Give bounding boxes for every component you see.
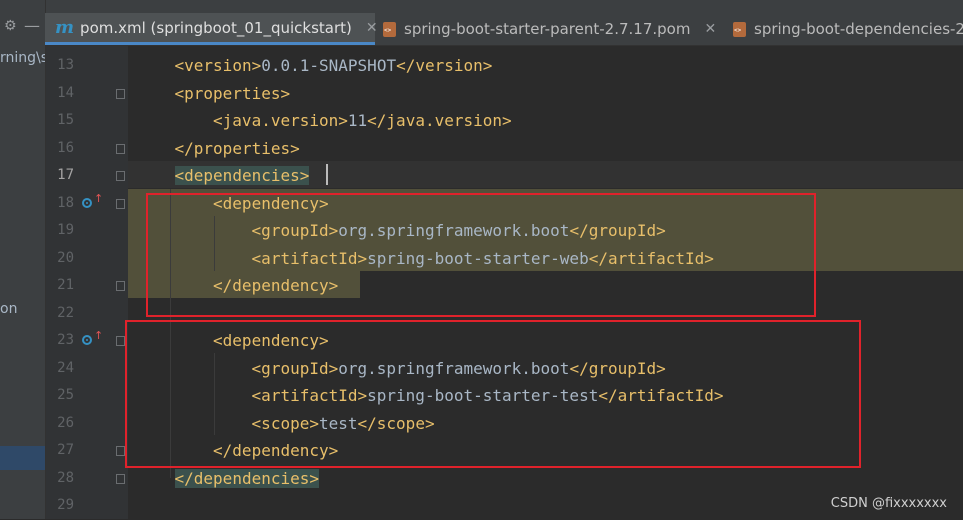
line-number: 27 [57,442,74,458]
project-tree-text[interactable]: rning\s [0,50,45,66]
code-line[interactable]: </properties> [175,135,300,163]
tab-label: pom.xml (springboot_01_quickstart) [80,18,352,37]
settings-icon[interactable]: ⚙ [4,18,17,34]
code-line[interactable]: <version>0.0.1-SNAPSHOT</version> [175,52,493,80]
code-line[interactable]: </dependencies> [174,465,320,493]
line-number: 17 [57,167,74,183]
line-number: 23 [57,332,74,348]
watermark: CSDN @fixxxxxxx [830,496,947,511]
tab-starter-parent-pom[interactable]: spring-boot-starter-parent-2.7.17.pom ✕ [375,13,721,45]
tab-label: spring-boot-starter-parent-2.7.17.pom [404,20,691,38]
highlight-box-web-dependency [146,193,816,317]
xml-tag: </properties> [174,138,300,158]
highlight-box-test-dependency [125,320,861,468]
project-panel[interactable]: ⚙ — rning\s on [0,0,46,519]
maven-file-icon: m [55,17,75,38]
fold-marker-icon[interactable] [116,336,125,346]
line-number: 28 [57,469,74,486]
fold-marker-icon[interactable] [116,446,125,456]
editor-tab-bar: m pom.xml (springboot_01_quickstart) ✕ s… [45,13,963,46]
line-number: 13 [57,57,74,73]
maven-overrides-icon[interactable] [82,335,92,345]
fold-marker-icon[interactable] [116,171,125,181]
minimize-icon[interactable]: — [24,16,40,35]
maven-overrides-icon[interactable] [82,197,92,208]
xml-tag: </java.version> [367,111,512,130]
text-caret [326,164,328,185]
line-number: 21 [57,277,74,293]
tab-label: spring-boot-dependencies-2 [754,20,963,38]
title-strip [0,0,963,13]
line-number: 15 [57,112,74,128]
tab-pom-xml[interactable]: m pom.xml (springboot_01_quickstart) ✕ [45,13,378,45]
navigate-up-icon[interactable]: ↑ [94,192,103,205]
tab-dependencies-pom[interactable]: spring-boot-dependencies-2 [725,13,963,45]
close-icon[interactable]: ✕ [704,21,716,37]
line-number: 16 [57,139,74,156]
project-tree-text[interactable]: on [0,301,17,317]
line-number: 22 [57,304,74,321]
fold-marker-icon[interactable] [116,88,125,99]
line-number: 20 [57,249,74,266]
selected-tree-item[interactable] [0,446,45,470]
xml-tag: <dependencies> [174,166,310,185]
pom-file-icon [733,21,746,37]
line-number: 26 [57,414,74,431]
xml-tag: </dependencies> [174,468,320,488]
navigate-up-icon[interactable]: ↑ [94,329,103,342]
xml-tag: <java.version> [213,111,348,130]
xml-text: 11 [347,111,368,130]
xml-tag: </version> [396,56,493,75]
fold-marker-icon[interactable] [116,473,125,484]
pom-file-icon [383,21,396,37]
xml-text: 0.0.1-SNAPSHOT [261,56,397,75]
xml-tag: <version> [174,56,262,75]
code-line[interactable]: <dependencies> [174,162,310,190]
line-number: 14 [57,84,74,101]
line-number: 18 [57,194,74,211]
xml-tag: <properties> [174,83,291,103]
line-number: 25 [57,387,74,403]
line-number: 19 [57,222,74,238]
panel-toolbar: ⚙ — [0,14,45,44]
code-line[interactable]: <java.version>11</java.version> [213,107,512,135]
fold-marker-icon[interactable] [116,143,125,154]
code-line[interactable]: <properties> [175,80,291,108]
fold-marker-icon[interactable] [116,198,125,209]
fold-marker-icon[interactable] [116,281,125,291]
line-number: 29 [57,497,74,513]
line-number: 24 [57,359,74,376]
